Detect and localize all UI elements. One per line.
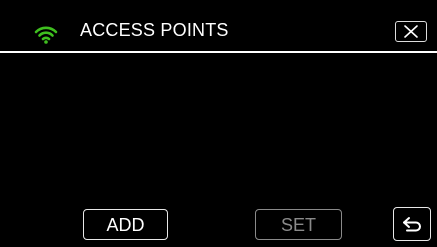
add-button[interactable]: ADD <box>83 209 168 240</box>
header-bar: ACCESS POINTS <box>0 0 437 52</box>
close-icon <box>404 25 418 38</box>
set-button[interactable]: SET <box>255 209 342 240</box>
wifi-icon <box>34 26 58 44</box>
page-title: ACCESS POINTS <box>80 20 229 40</box>
return-arrow-icon <box>403 217 421 232</box>
back-button[interactable] <box>393 207 431 241</box>
close-button[interactable] <box>395 21 427 42</box>
header-divider <box>0 51 437 53</box>
